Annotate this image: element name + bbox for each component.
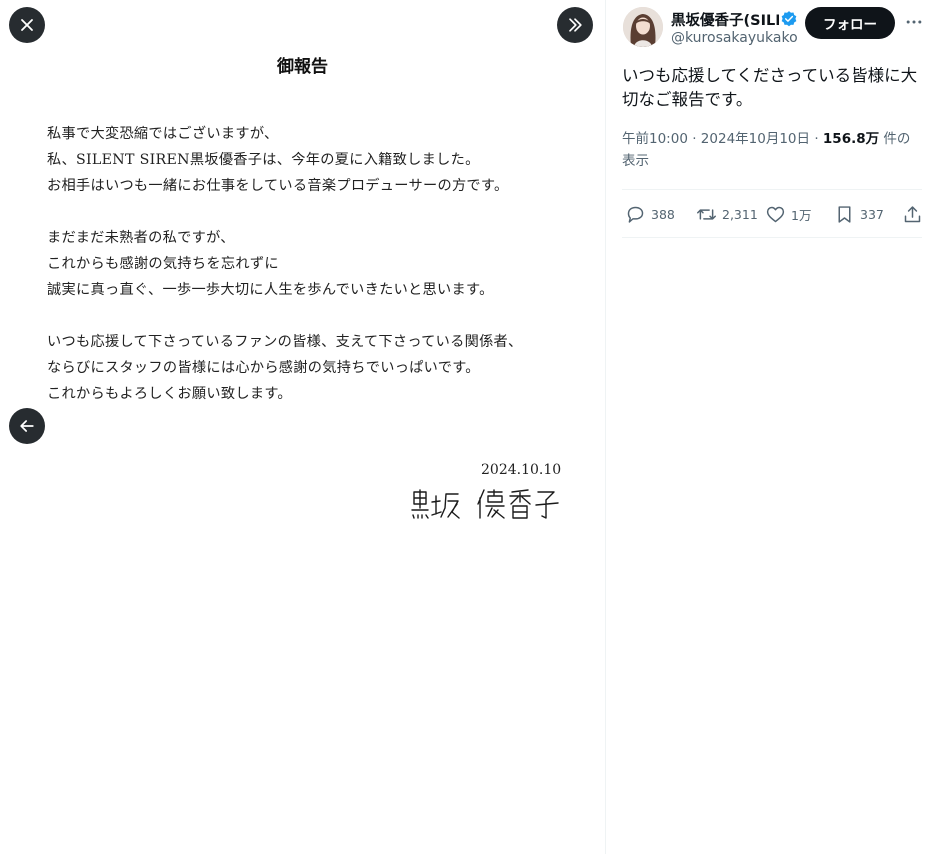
avatar-image [623, 7, 663, 47]
document-paragraph-1: 私事で大変恐縮ではございますが、 私、SILENT SIREN黒坂優香子は、今年… [47, 121, 508, 199]
double-chevron-right-icon [569, 18, 582, 32]
verified-badge-icon [781, 11, 797, 27]
previous-button[interactable] [9, 408, 45, 444]
bookmark-icon [838, 205, 851, 223]
close-icon [21, 19, 33, 31]
repost-count: 2,311 [722, 206, 758, 222]
reply-count: 388 [651, 206, 675, 222]
follow-button[interactable]: フォロー [805, 7, 895, 39]
document-line: これからもよろしくお願い致します。 [47, 386, 292, 402]
share-icon [904, 205, 921, 222]
user-handle[interactable]: @kurosakayukako [671, 30, 798, 46]
views-count: 156.8万 [822, 131, 880, 147]
document-title: 御報告 [277, 57, 328, 77]
bookmark-count: 337 [860, 206, 884, 222]
tweet-date[interactable]: 2024年10月10日 [701, 131, 810, 147]
reply-icon [627, 206, 644, 223]
document-line: お相手はいつも一緒にお仕事をしている音楽プロデューサーの方です。 [47, 178, 509, 194]
document-line: ならびにスタッフの皆様には心から感謝の気持ちでいっぱいです。 [47, 360, 480, 376]
heart-icon [766, 206, 785, 222]
media-viewer-page: 御報告 私事で大変恐縮ではございますが、 私、SILENT SIREN黒坂優香子… [0, 0, 938, 854]
divider [622, 237, 922, 238]
avatar[interactable] [623, 7, 663, 47]
meta-separator: · [692, 131, 697, 147]
expand-panel-button[interactable] [557, 7, 593, 43]
document-line: いつも応援して下さっているファンの皆様、支えて下さっている関係者、 [47, 334, 523, 350]
media-viewer: 御報告 私事で大変恐縮ではございますが、 私、SILENT SIREN黒坂優香子… [0, 0, 605, 854]
like-button[interactable]: 1万 [765, 200, 811, 228]
document-line: 私、SILENT SIREN黒坂優香子は、今年の夏に入籍致しました。 [47, 152, 480, 168]
tweet-text: いつも応援してくださっている皆様に大切なご報告です。 [622, 66, 918, 109]
document-line: まだまだ未熟者の私ですが、 [47, 230, 235, 246]
tweet-time[interactable]: 午前10:00 [622, 131, 688, 147]
tweet-meta: 午前10:00 · 2024年10月10日 · 156.8万 件の表示 [622, 128, 922, 172]
document-line: これからも感謝の気持ちを忘れずに [47, 256, 279, 272]
repost-button[interactable]: 2,311 [696, 200, 758, 228]
action-bar: 388 2,311 1万 337 [622, 200, 926, 228]
share-button[interactable] [902, 200, 928, 228]
document-paragraph-3: いつも応援して下さっているファンの皆様、支えて下さっている関係者、 ならびにスタ… [47, 329, 523, 407]
document-paragraph-2: まだまだ未熟者の私ですが、 これからも感謝の気持ちを忘れずに 誠実に真っ直ぐ、一… [47, 225, 494, 303]
repost-icon [697, 208, 716, 220]
like-count: 1万 [791, 207, 812, 223]
more-horizontal-icon [906, 20, 922, 24]
tweet-panel: 黒坂優香子(SILENT SIREN) @kurosakayukako フォロー… [606, 0, 938, 854]
document-line: 私事で大変恐縮ではございますが、 [47, 126, 279, 142]
reply-button[interactable]: 388 [625, 200, 675, 228]
document-date: 2024.10.10 [481, 462, 562, 478]
meta-separator: · [814, 131, 819, 147]
document-line: 誠実に真っ直ぐ、一歩一歩大切に人生を歩んでいきたいと思います。 [47, 282, 494, 298]
close-button[interactable] [9, 7, 45, 43]
bookmark-button[interactable]: 337 [834, 200, 884, 228]
more-options-button[interactable] [902, 10, 926, 34]
handwritten-signature [411, 489, 559, 519]
arrow-left-icon [20, 420, 34, 432]
display-name[interactable]: 黒坂優香子(SILENT SIREN) [671, 9, 779, 30]
divider [622, 189, 922, 190]
